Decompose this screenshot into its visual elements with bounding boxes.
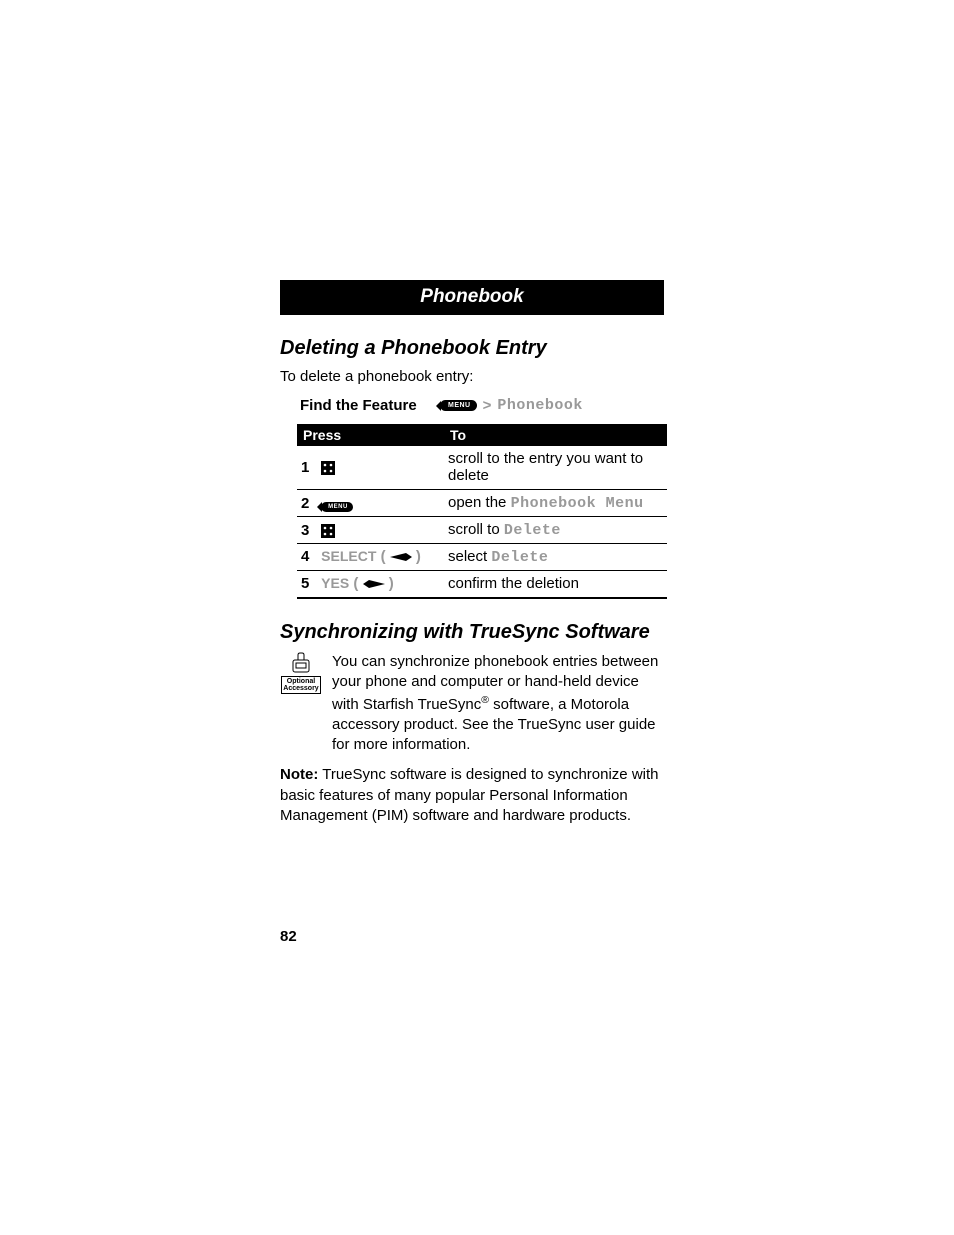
- col-header-press: Press: [297, 424, 444, 446]
- truesync-body: Optional Accessory You can synchronize p…: [280, 652, 664, 755]
- right-softkey-icon: [390, 549, 412, 566]
- menu-key-icon: MENU: [440, 400, 477, 411]
- paren-close: ): [389, 575, 394, 592]
- menu-key-icon: MENU: [321, 502, 353, 512]
- intro-text: To delete a phonebook entry:: [280, 368, 664, 385]
- scroll-key-icon: [321, 461, 335, 475]
- step-action-mono: Phonebook Menu: [511, 495, 644, 512]
- table-row: 4 SELECT ( ) select Delete: [297, 544, 667, 571]
- manual-page: Phonebook Deleting a Phonebook Entry To …: [0, 0, 954, 1235]
- step-action-text: open the: [448, 494, 511, 511]
- table-row: 5 YES ( ) confirm the deletion: [297, 571, 667, 599]
- feature-target: Phonebook: [497, 397, 583, 414]
- badge-line1: Optional: [283, 678, 318, 685]
- table-row: 2 MENU open the Phonebook Menu: [297, 490, 667, 517]
- heading-deleting-entry: Deleting a Phonebook Entry: [280, 337, 664, 360]
- step-number: 4: [301, 548, 317, 565]
- step-number: 1: [301, 459, 317, 476]
- page-number: 82: [280, 928, 297, 945]
- left-softkey-icon: [363, 576, 385, 593]
- col-header-to: To: [444, 424, 667, 446]
- step-action-text: select: [448, 548, 491, 565]
- step-action-text: confirm the deletion: [448, 575, 579, 592]
- softkey-label: SELECT: [321, 548, 376, 564]
- step-number: 2: [301, 495, 317, 512]
- breadcrumb-separator: >: [483, 397, 492, 414]
- badge-line2: Accessory: [283, 685, 318, 692]
- paren-open: (: [353, 575, 358, 592]
- step-action-mono: Delete: [491, 549, 548, 566]
- heading-truesync: Synchronizing with TrueSync Software: [280, 621, 664, 644]
- step-action-text: scroll to: [448, 521, 504, 538]
- note-label: Note:: [280, 766, 318, 783]
- find-the-feature-row: Find the Feature MENU > Phonebook: [300, 397, 664, 414]
- paren-close: ): [416, 548, 421, 565]
- note-body: TrueSync software is designed to synchro…: [280, 766, 659, 824]
- scroll-key-icon: [321, 524, 335, 538]
- softkey-label: YES: [321, 575, 349, 591]
- table-row: 1 scroll to the entry you want to delete: [297, 446, 667, 490]
- find-the-feature-label: Find the Feature: [300, 397, 440, 414]
- paren-open: (: [381, 548, 386, 565]
- step-action-mono: Delete: [504, 522, 561, 539]
- step-number: 5: [301, 575, 317, 592]
- find-the-feature-path: MENU > Phonebook: [440, 397, 583, 414]
- truesync-paragraph: You can synchronize phonebook entries be…: [332, 652, 664, 755]
- step-number: 3: [301, 522, 317, 539]
- optional-accessory-icon: Optional Accessory: [280, 652, 322, 755]
- registered-symbol: ®: [481, 694, 489, 706]
- steps-table: Press To 1 scroll to the entry you want …: [297, 424, 667, 599]
- table-row: 3 scroll to Delete: [297, 517, 667, 544]
- step-action-text: scroll to the entry you want to delete: [448, 450, 643, 484]
- truesync-note: Note: TrueSync software is designed to s…: [280, 765, 664, 826]
- page-title-bar: Phonebook: [280, 280, 664, 315]
